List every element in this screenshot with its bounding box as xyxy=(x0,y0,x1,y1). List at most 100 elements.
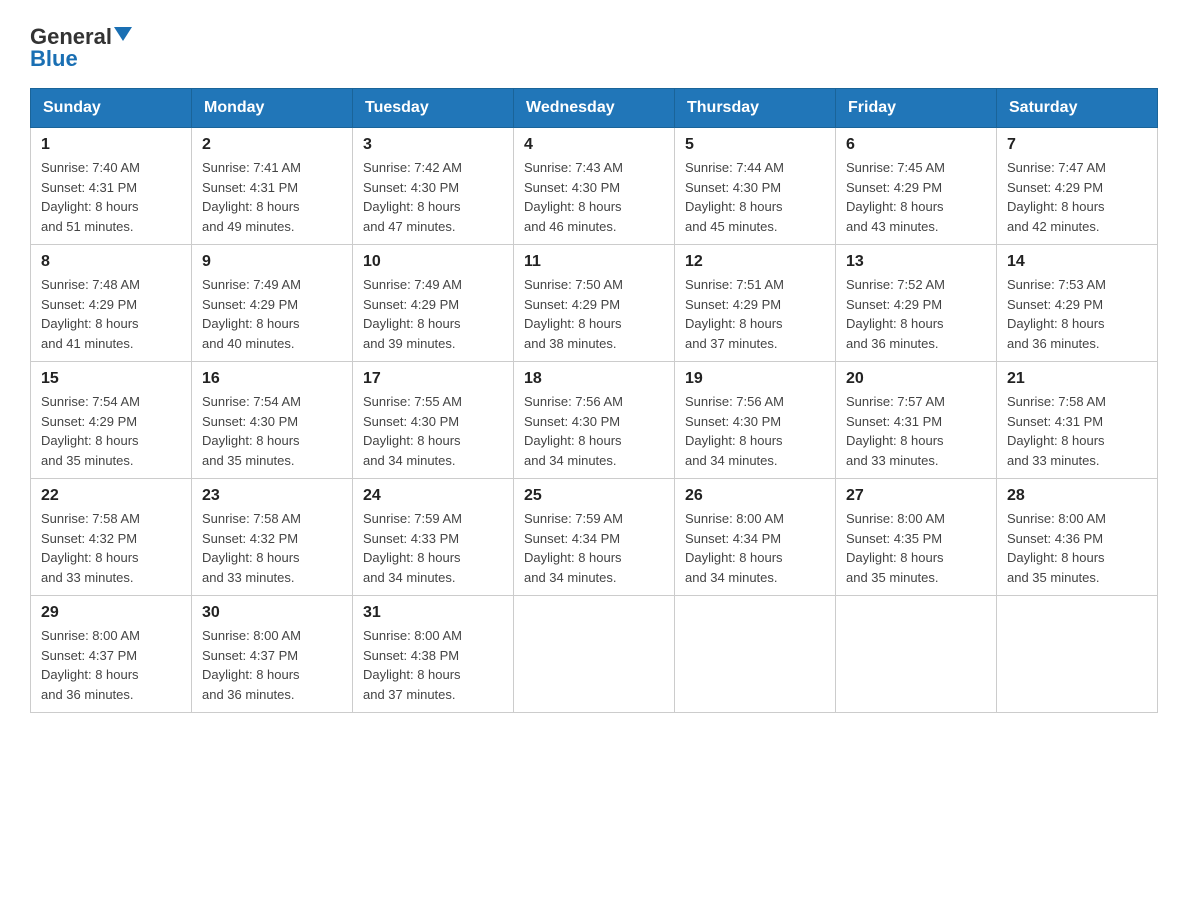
day-info: Sunrise: 7:53 AMSunset: 4:29 PMDaylight:… xyxy=(1007,275,1147,353)
empty-cell xyxy=(836,596,997,713)
day-cell-16: 16 Sunrise: 7:54 AMSunset: 4:30 PMDayligh… xyxy=(192,362,353,479)
header-friday: Friday xyxy=(836,89,997,128)
day-info: Sunrise: 8:00 AMSunset: 4:37 PMDaylight:… xyxy=(202,626,342,704)
logo-general: General xyxy=(30,26,112,48)
calendar-table: SundayMondayTuesdayWednesdayThursdayFrid… xyxy=(30,88,1158,713)
logo-blue: Blue xyxy=(30,46,78,72)
day-number: 27 xyxy=(846,487,986,505)
day-cell-8: 8 Sunrise: 7:48 AMSunset: 4:29 PMDaylight… xyxy=(31,245,192,362)
day-cell-5: 5 Sunrise: 7:44 AMSunset: 4:30 PMDaylight… xyxy=(675,128,836,245)
day-info: Sunrise: 8:00 AMSunset: 4:34 PMDaylight:… xyxy=(685,509,825,587)
week-row-1: 1 Sunrise: 7:40 AMSunset: 4:31 PMDaylight… xyxy=(31,128,1158,245)
day-number: 11 xyxy=(524,253,664,271)
day-number: 17 xyxy=(363,370,503,388)
day-info: Sunrise: 7:41 AMSunset: 4:31 PMDaylight:… xyxy=(202,158,342,236)
day-number: 23 xyxy=(202,487,342,505)
day-cell-13: 13Sunrise: 7:52 AMSunset: 4:29 PMDayligh… xyxy=(836,245,997,362)
week-row-5: 29 Sunrise: 8:00 AMSunset: 4:37 PMDayligh… xyxy=(31,596,1158,713)
day-number: 12 xyxy=(685,253,825,271)
header-wednesday: Wednesday xyxy=(514,89,675,128)
day-number: 2 xyxy=(202,136,342,154)
day-number: 22 xyxy=(41,487,181,505)
day-number: 28 xyxy=(1007,487,1147,505)
day-info: Sunrise: 7:58 AMSunset: 4:31 PMDaylight:… xyxy=(1007,392,1147,470)
day-cell-28: 28 Sunrise: 8:00 AMSunset: 4:36 PMDayligh… xyxy=(997,479,1158,596)
day-info: Sunrise: 7:49 AMSunset: 4:29 PMDaylight:… xyxy=(363,275,503,353)
day-info: Sunrise: 7:54 AMSunset: 4:30 PMDaylight:… xyxy=(202,392,342,470)
day-cell-31: 31Sunrise: 8:00 AMSunset: 4:38 PMDayligh… xyxy=(353,596,514,713)
day-cell-15: 15 Sunrise: 7:54 AMSunset: 4:29 PMDayligh… xyxy=(31,362,192,479)
day-number: 1 xyxy=(41,136,181,154)
day-info: Sunrise: 7:45 AMSunset: 4:29 PMDaylight:… xyxy=(846,158,986,236)
day-number: 20 xyxy=(846,370,986,388)
day-cell-1: 1 Sunrise: 7:40 AMSunset: 4:31 PMDaylight… xyxy=(31,128,192,245)
day-info: Sunrise: 8:00 AMSunset: 4:35 PMDaylight:… xyxy=(846,509,986,587)
empty-cell xyxy=(675,596,836,713)
day-number: 26 xyxy=(685,487,825,505)
day-number: 30 xyxy=(202,604,342,622)
day-info: Sunrise: 7:48 AMSunset: 4:29 PMDaylight:… xyxy=(41,275,181,353)
day-cell-14: 14 Sunrise: 7:53 AMSunset: 4:29 PMDayligh… xyxy=(997,245,1158,362)
day-number: 18 xyxy=(524,370,664,388)
header-sunday: Sunday xyxy=(31,89,192,128)
day-cell-30: 30 Sunrise: 8:00 AMSunset: 4:37 PMDayligh… xyxy=(192,596,353,713)
day-cell-26: 26 Sunrise: 8:00 AMSunset: 4:34 PMDayligh… xyxy=(675,479,836,596)
day-number: 4 xyxy=(524,136,664,154)
day-number: 13 xyxy=(846,253,986,271)
day-number: 9 xyxy=(202,253,342,271)
day-cell-4: 4 Sunrise: 7:43 AMSunset: 4:30 PMDaylight… xyxy=(514,128,675,245)
day-number: 19 xyxy=(685,370,825,388)
day-number: 6 xyxy=(846,136,986,154)
day-number: 16 xyxy=(202,370,342,388)
calendar-header-row: SundayMondayTuesdayWednesdayThursdayFrid… xyxy=(31,89,1158,128)
day-number: 25 xyxy=(524,487,664,505)
day-cell-18: 18 Sunrise: 7:56 AMSunset: 4:30 PMDayligh… xyxy=(514,362,675,479)
day-info: Sunrise: 7:44 AMSunset: 4:30 PMDaylight:… xyxy=(685,158,825,236)
header-monday: Monday xyxy=(192,89,353,128)
day-info: Sunrise: 8:00 AMSunset: 4:37 PMDaylight:… xyxy=(41,626,181,704)
day-info: Sunrise: 8:00 AMSunset: 4:36 PMDaylight:… xyxy=(1007,509,1147,587)
day-cell-19: 19 Sunrise: 7:56 AMSunset: 4:30 PMDayligh… xyxy=(675,362,836,479)
day-info: Sunrise: 7:56 AMSunset: 4:30 PMDaylight:… xyxy=(524,392,664,470)
day-cell-29: 29 Sunrise: 8:00 AMSunset: 4:37 PMDayligh… xyxy=(31,596,192,713)
day-info: Sunrise: 7:56 AMSunset: 4:30 PMDaylight:… xyxy=(685,392,825,470)
day-number: 10 xyxy=(363,253,503,271)
day-info: Sunrise: 7:50 AMSunset: 4:29 PMDaylight:… xyxy=(524,275,664,353)
day-cell-22: 22 Sunrise: 7:58 AMSunset: 4:32 PMDayligh… xyxy=(31,479,192,596)
day-info: Sunrise: 7:43 AMSunset: 4:30 PMDaylight:… xyxy=(524,158,664,236)
day-number: 31 xyxy=(363,604,503,622)
week-row-4: 22 Sunrise: 7:58 AMSunset: 4:32 PMDayligh… xyxy=(31,479,1158,596)
day-number: 15 xyxy=(41,370,181,388)
day-number: 21 xyxy=(1007,370,1147,388)
week-row-2: 8 Sunrise: 7:48 AMSunset: 4:29 PMDaylight… xyxy=(31,245,1158,362)
day-number: 29 xyxy=(41,604,181,622)
day-info: Sunrise: 7:51 AMSunset: 4:29 PMDaylight:… xyxy=(685,275,825,353)
day-number: 8 xyxy=(41,253,181,271)
day-cell-25: 25 Sunrise: 7:59 AMSunset: 4:34 PMDayligh… xyxy=(514,479,675,596)
day-info: Sunrise: 7:59 AMSunset: 4:34 PMDaylight:… xyxy=(524,509,664,587)
day-info: Sunrise: 7:47 AMSunset: 4:29 PMDaylight:… xyxy=(1007,158,1147,236)
header-tuesday: Tuesday xyxy=(353,89,514,128)
day-info: Sunrise: 7:55 AMSunset: 4:30 PMDaylight:… xyxy=(363,392,503,470)
day-number: 14 xyxy=(1007,253,1147,271)
day-info: Sunrise: 7:40 AMSunset: 4:31 PMDaylight:… xyxy=(41,158,181,236)
day-cell-10: 10 Sunrise: 7:49 AMSunset: 4:29 PMDayligh… xyxy=(353,245,514,362)
header-saturday: Saturday xyxy=(997,89,1158,128)
day-info: Sunrise: 7:42 AMSunset: 4:30 PMDaylight:… xyxy=(363,158,503,236)
day-info: Sunrise: 7:59 AMSunset: 4:33 PMDaylight:… xyxy=(363,509,503,587)
day-info: Sunrise: 7:54 AMSunset: 4:29 PMDaylight:… xyxy=(41,392,181,470)
day-info: Sunrise: 7:49 AMSunset: 4:29 PMDaylight:… xyxy=(202,275,342,353)
day-number: 5 xyxy=(685,136,825,154)
day-cell-23: 23 Sunrise: 7:58 AMSunset: 4:32 PMDayligh… xyxy=(192,479,353,596)
day-cell-12: 12 Sunrise: 7:51 AMSunset: 4:29 PMDayligh… xyxy=(675,245,836,362)
empty-cell xyxy=(514,596,675,713)
day-cell-20: 20Sunrise: 7:57 AMSunset: 4:31 PMDayligh… xyxy=(836,362,997,479)
day-cell-9: 9 Sunrise: 7:49 AMSunset: 4:29 PMDaylight… xyxy=(192,245,353,362)
day-info: Sunrise: 7:58 AMSunset: 4:32 PMDaylight:… xyxy=(41,509,181,587)
day-info: Sunrise: 7:58 AMSunset: 4:32 PMDaylight:… xyxy=(202,509,342,587)
week-row-3: 15 Sunrise: 7:54 AMSunset: 4:29 PMDayligh… xyxy=(31,362,1158,479)
day-cell-2: 2 Sunrise: 7:41 AMSunset: 4:31 PMDaylight… xyxy=(192,128,353,245)
logo-triangle-icon xyxy=(114,27,132,41)
day-cell-27: 27 Sunrise: 8:00 AMSunset: 4:35 PMDayligh… xyxy=(836,479,997,596)
day-cell-11: 11 Sunrise: 7:50 AMSunset: 4:29 PMDayligh… xyxy=(514,245,675,362)
